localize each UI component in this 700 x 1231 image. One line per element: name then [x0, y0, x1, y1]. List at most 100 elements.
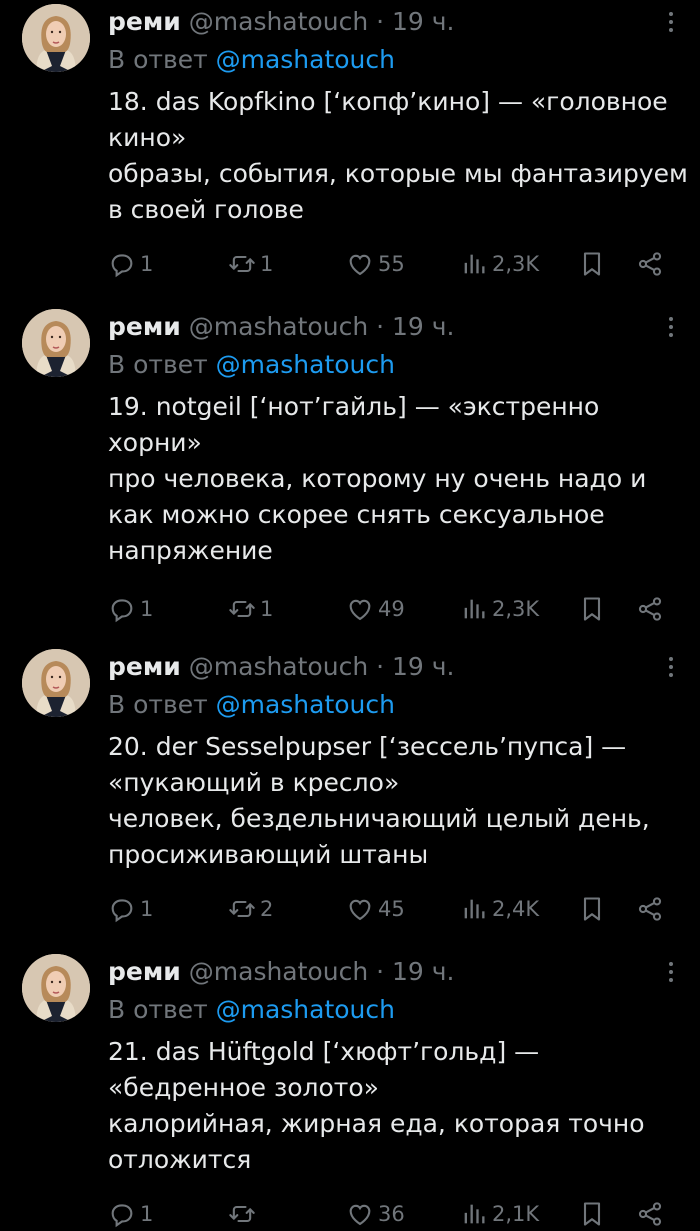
views-button[interactable]: 2,1K — [460, 1197, 539, 1231]
bookmark-icon — [578, 1200, 606, 1228]
reply-button[interactable]: 1 — [108, 1197, 153, 1231]
share-icon — [636, 595, 664, 623]
retweet-button[interactable]: 1 — [228, 247, 273, 281]
views-button[interactable]: 2,3K — [460, 247, 539, 281]
bookmark-button[interactable] — [578, 592, 606, 626]
reply-icon — [108, 595, 136, 623]
retweet-button[interactable]: 1 — [228, 592, 273, 626]
tweet-timestamp[interactable]: · 19 ч. — [376, 7, 454, 36]
reply-prefix: В ответ — [108, 995, 208, 1024]
tweet-actions: 1 2 45 2,4K — [0, 892, 700, 926]
views-icon — [460, 1200, 488, 1228]
share-button[interactable] — [636, 247, 664, 281]
tweet-text-line: напряжение — [108, 536, 273, 565]
author-handle[interactable]: @mashatouch — [189, 312, 368, 341]
views-icon — [460, 895, 488, 923]
reply-context: В ответ @mashatouch — [108, 992, 395, 1028]
retweet-count: 1 — [260, 252, 274, 276]
retweet-icon — [228, 250, 256, 278]
share-button[interactable] — [636, 1197, 664, 1231]
heart-icon — [346, 895, 374, 923]
like-count: 45 — [378, 897, 405, 921]
author-name[interactable]: реми — [108, 312, 181, 341]
views-icon — [460, 250, 488, 278]
reply-button[interactable]: 1 — [108, 892, 153, 926]
tweet-text-line: хорни» — [108, 428, 202, 457]
tweet-header: реми @mashatouch · 19 ч. — [108, 309, 650, 345]
reply-count: 1 — [140, 897, 154, 921]
bookmark-button[interactable] — [578, 892, 606, 926]
tweet-text-line: человек, бездельничающий целый день, — [108, 804, 650, 833]
like-count: 49 — [378, 597, 405, 621]
tweet-text-line: 20. der Sesselpupser [‘зессель’пупса] — — [108, 732, 627, 761]
like-button[interactable]: 36 — [346, 1197, 405, 1231]
reply-button[interactable]: 1 — [108, 247, 153, 281]
views-button[interactable]: 2,4K — [460, 892, 539, 926]
like-button[interactable]: 49 — [346, 592, 405, 626]
retweet-button[interactable] — [228, 1197, 260, 1231]
reply-prefix: В ответ — [108, 350, 208, 379]
tweet-actions: 1 36 2,1K — [0, 1197, 700, 1231]
views-count: 2,4K — [492, 897, 540, 921]
tweet-text-line: калорийная, жирная еда, которая точно — [108, 1109, 645, 1138]
avatar[interactable] — [22, 954, 90, 1022]
tweet-text: 19. notgeil [‘нот’гайль] — «экстренно хор… — [108, 389, 668, 569]
bookmark-button[interactable] — [578, 1197, 606, 1231]
tweet-text-line: «бедренное золото» — [108, 1073, 379, 1102]
avatar[interactable] — [22, 4, 90, 72]
share-button[interactable] — [636, 592, 664, 626]
author-handle[interactable]: @mashatouch — [189, 957, 368, 986]
tweet-text: 21. das Hüftgold [‘хюфт’гольд] — «бедренн… — [108, 1034, 668, 1178]
retweet-button[interactable]: 2 — [228, 892, 273, 926]
bookmark-icon — [578, 895, 606, 923]
retweet-count: 2 — [260, 897, 274, 921]
more-icon[interactable] — [664, 653, 678, 681]
reply-icon — [108, 250, 136, 278]
reply-handle-link[interactable]: @mashatouch — [216, 45, 395, 74]
reply-prefix: В ответ — [108, 45, 208, 74]
tweet-text-line: отложится — [108, 1145, 252, 1174]
reply-button[interactable]: 1 — [108, 592, 153, 626]
reply-handle-link[interactable]: @mashatouch — [216, 995, 395, 1024]
reply-prefix: В ответ — [108, 690, 208, 719]
heart-icon — [346, 595, 374, 623]
author-handle[interactable]: @mashatouch — [189, 652, 368, 681]
tweet-header: реми @mashatouch · 19 ч. — [108, 4, 650, 40]
tweet-text-line: «пукающий в кресло» — [108, 768, 400, 797]
avatar[interactable] — [22, 309, 90, 377]
avatar[interactable] — [22, 649, 90, 717]
more-icon[interactable] — [664, 8, 678, 36]
reply-icon — [108, 1200, 136, 1228]
more-icon[interactable] — [664, 958, 678, 986]
tweet-timestamp[interactable]: · 19 ч. — [376, 957, 454, 986]
tweet-header: реми @mashatouch · 19 ч. — [108, 954, 650, 990]
reply-count: 1 — [140, 1202, 154, 1226]
heart-icon — [346, 250, 374, 278]
author-name[interactable]: реми — [108, 652, 181, 681]
bookmark-button[interactable] — [578, 247, 606, 281]
author-handle[interactable]: @mashatouch — [189, 7, 368, 36]
reply-context: В ответ @mashatouch — [108, 42, 395, 78]
like-button[interactable]: 45 — [346, 892, 405, 926]
author-name[interactable]: реми — [108, 957, 181, 986]
tweet-text-line: образы, события, которые мы фантазируем — [108, 159, 688, 188]
heart-icon — [346, 1200, 374, 1228]
reply-handle-link[interactable]: @mashatouch — [216, 690, 395, 719]
reply-context: В ответ @mashatouch — [108, 347, 395, 383]
tweet-timestamp[interactable]: · 19 ч. — [376, 652, 454, 681]
reply-handle-link[interactable]: @mashatouch — [216, 350, 395, 379]
like-button[interactable]: 55 — [346, 247, 405, 281]
share-icon — [636, 1200, 664, 1228]
share-button[interactable] — [636, 892, 664, 926]
tweet-text-line: 21. das Hüftgold [‘хюфт’гольд] — — [108, 1037, 540, 1066]
author-name[interactable]: реми — [108, 7, 181, 36]
more-icon[interactable] — [664, 313, 678, 341]
tweet-text-line: как можно скорее снять сексуальное — [108, 500, 605, 529]
views-button[interactable]: 2,3K — [460, 592, 539, 626]
views-count: 2,3K — [492, 597, 540, 621]
retweet-icon — [228, 1200, 256, 1228]
tweet-timestamp[interactable]: · 19 ч. — [376, 312, 454, 341]
tweet-header: реми @mashatouch · 19 ч. — [108, 649, 650, 685]
tweet-text-line: 18. das Kopfkino [‘копф’кино] — «головно… — [108, 87, 668, 116]
reply-count: 1 — [140, 597, 154, 621]
